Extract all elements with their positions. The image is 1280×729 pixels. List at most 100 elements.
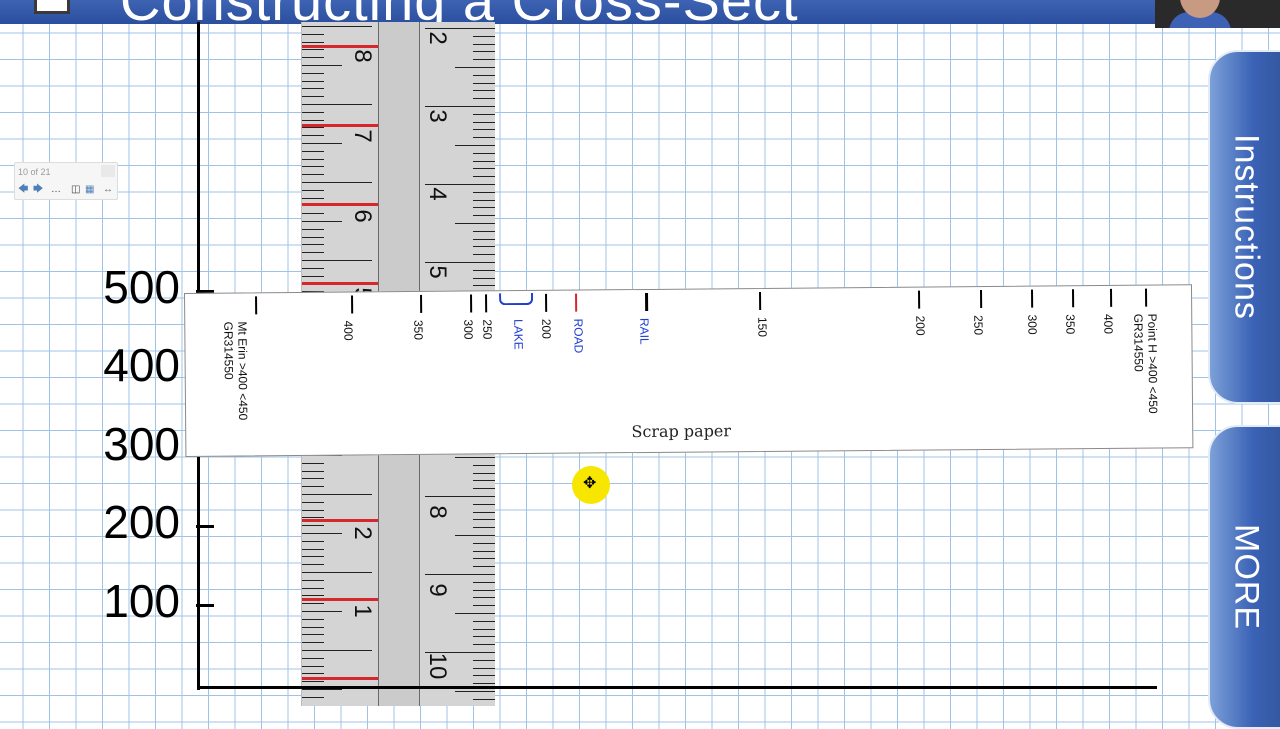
ruler-tick <box>473 581 495 583</box>
ruler-tick <box>473 683 495 685</box>
road-label: ROAD <box>571 318 586 354</box>
y-axis-label: 400 <box>103 339 180 391</box>
ruler-tick <box>302 260 372 261</box>
ruler-tick <box>302 127 324 129</box>
ruler-tick <box>302 104 372 105</box>
ruler-tick <box>473 152 495 154</box>
ruler-tick <box>473 605 495 607</box>
scrap-mark-point-h <box>1144 288 1148 307</box>
instructions-tab[interactable]: Instructions <box>1208 50 1280 404</box>
ruler-tick <box>302 88 324 90</box>
more-tab[interactable]: MORE <box>1208 425 1280 729</box>
ruler-tick <box>473 519 495 521</box>
point-h-label-line2: GR314550 <box>1131 313 1146 372</box>
scrap-marker-label: 400 <box>341 320 356 341</box>
ruler-tick <box>302 470 324 472</box>
ruler-tick <box>455 145 495 146</box>
ruler-tick <box>302 657 324 659</box>
ruler-tick <box>302 213 324 215</box>
ruler-tick <box>425 574 495 575</box>
ruler-tick <box>302 96 324 98</box>
toolbar-close-button[interactable] <box>101 165 115 177</box>
ruler-tick <box>473 207 495 209</box>
ruler-tick <box>473 238 495 240</box>
scrap-mark <box>1031 289 1034 308</box>
back-arrow-icon[interactable]: 🡄 <box>18 184 28 196</box>
expand-icon[interactable]: ↔ <box>103 184 113 196</box>
scrap-marker-label: 400 <box>1101 313 1116 335</box>
ruler-tick <box>473 628 495 630</box>
ruler-tick <box>473 82 495 84</box>
ruler-tick <box>302 80 324 82</box>
ruler-tick <box>302 275 324 277</box>
ruler-tick <box>473 191 495 193</box>
more-icon[interactable]: … <box>51 184 61 196</box>
ruler-tick <box>302 642 324 644</box>
ruler-tick <box>473 176 495 178</box>
y-axis-label: 100 <box>103 575 180 627</box>
ruler-tick <box>302 650 372 651</box>
ruler-tick <box>302 533 342 534</box>
ruler-tick <box>302 72 324 74</box>
y-axis-label: 200 <box>103 496 180 548</box>
ruler-tick <box>302 689 342 690</box>
forward-arrow-icon[interactable]: 🡆 <box>33 184 43 196</box>
ruler-tick <box>473 480 495 482</box>
ruler-tick <box>302 681 324 683</box>
ruler-tick <box>302 478 324 480</box>
slide-toolbar: 10 of 21 🡄 🡆 … ◫ ▦ ↔ <box>14 162 118 200</box>
ruler-tick <box>302 197 324 199</box>
y-axis-label: 300 <box>103 418 180 470</box>
ruler-tick <box>473 659 495 661</box>
ruler-tick <box>302 135 324 137</box>
ruler-tick <box>473 137 495 139</box>
ruler-tick <box>473 246 495 248</box>
scrap-marker-label: 200 <box>539 318 554 339</box>
ruler-tick <box>473 558 495 560</box>
ruler-tick <box>473 472 495 474</box>
scrap-marker-label: 350 <box>1063 314 1078 335</box>
ruler-red-mark <box>302 203 378 206</box>
scrap-mark <box>918 290 921 309</box>
y-tick <box>196 525 214 528</box>
ruler-tick <box>473 35 495 37</box>
scrap-marker-label: 200 <box>913 315 928 336</box>
ruler-tick <box>302 564 324 566</box>
ruler-tick <box>302 174 324 176</box>
scrap-paper-strip[interactable]: Mt Erin >400 <450 GR314550 400 350 300 2… <box>184 284 1194 457</box>
insert-icon[interactable]: ◫ <box>71 184 80 196</box>
ruler-tick <box>302 158 324 160</box>
mt-erin-label-line1: Mt Erin >400 <450 <box>235 321 251 421</box>
ruler-tick <box>473 199 495 201</box>
monitor-icon[interactable]: ▦ <box>85 184 94 196</box>
ruler-tick <box>473 59 495 61</box>
ruler-tick <box>473 464 495 466</box>
scrap-marker-label: 150 <box>755 316 770 338</box>
y-axis-label: 500 <box>103 261 180 313</box>
ruler-tick <box>473 597 495 599</box>
ruler-tick <box>473 566 495 568</box>
scrap-mark-mt-erin <box>255 296 258 315</box>
ruler-tick <box>425 184 495 185</box>
scrap-marker-label: 250 <box>971 315 986 336</box>
ruler-tick <box>473 488 495 490</box>
lake-label: LAKE <box>511 319 526 350</box>
ruler-tick <box>455 535 495 536</box>
ruler-tick <box>302 111 324 113</box>
ruler-tick <box>473 98 495 100</box>
point-h-label-line1: Point H >400 <450 <box>1145 313 1161 414</box>
ruler-tick <box>302 611 342 612</box>
slide-counter: 10 of 21 <box>18 167 51 177</box>
scrap-marker-label: 300 <box>1025 314 1040 335</box>
ruler-tick <box>473 667 495 669</box>
ruler-tick <box>302 119 324 121</box>
ruler-tick <box>425 262 495 263</box>
ruler-tick <box>473 589 495 591</box>
ruler-tick <box>302 267 324 269</box>
ruler-tick <box>302 595 324 597</box>
ruler-tick <box>302 41 324 43</box>
ruler-tick <box>425 106 495 107</box>
ruler-tick <box>473 113 495 115</box>
ruler-tick <box>473 43 495 45</box>
scrap-paper-caption: Scrap paper <box>631 421 732 442</box>
